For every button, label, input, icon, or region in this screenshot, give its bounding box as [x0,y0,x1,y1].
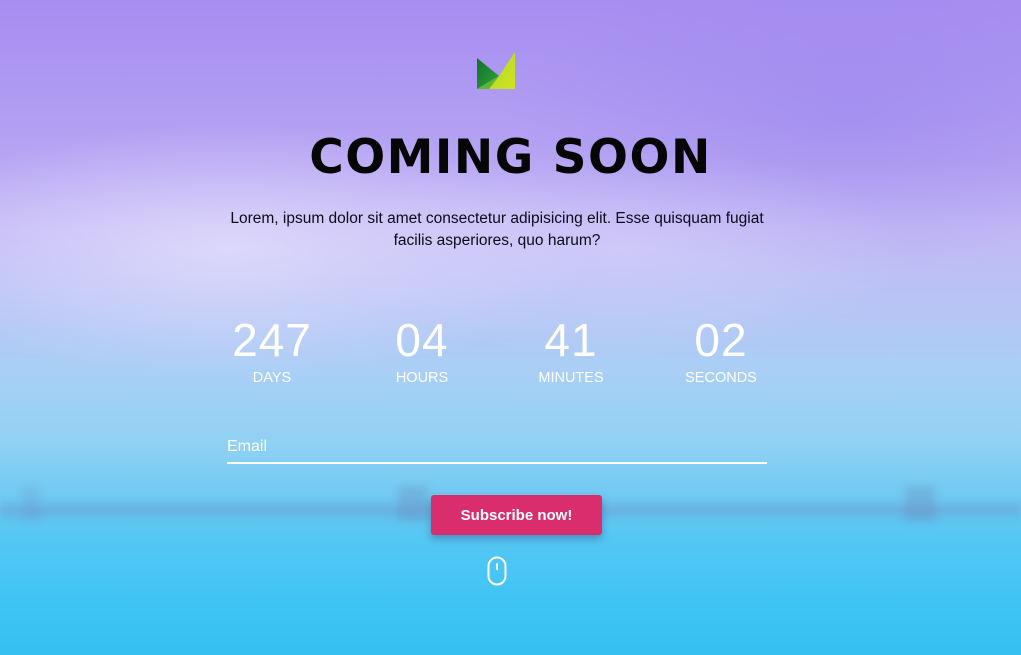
email-field[interactable] [227,432,767,464]
countdown-hours: 04 HOURS [347,314,497,388]
countdown-hours-label: HOURS [395,370,449,386]
page-title: COMING SOON [309,130,712,185]
subscribe-button[interactable]: Subscribe now! [431,495,602,535]
countdown-days: 247 DAYS [197,314,347,388]
countdown-minutes: 41 MINUTES [496,314,646,388]
countdown-seconds: 02 SECONDS [646,314,796,388]
countdown-days-label: DAYS [252,370,292,386]
countdown-seconds-label: SECONDS [685,370,757,386]
email-field-wrapper [227,432,767,466]
countdown-minutes-value: 41 [544,314,598,366]
countdown-days-value: 247 [232,314,312,366]
countdown-hours-value: 04 [395,314,449,366]
countdown-timer: 247 DAYS 04 HOURS 41 MINUTES 02 SECONDS [0,314,1021,394]
mouse-scroll-icon[interactable] [487,556,507,586]
m-logo-icon [477,52,517,90]
main-content: COMING SOON Lorem, ipsum dolor sit amet … [0,0,1021,655]
page-description: Lorem, ipsum dolor sit amet consectetur … [230,210,764,249]
countdown-seconds-value: 02 [694,314,748,366]
countdown-minutes-label: MINUTES [538,370,604,386]
